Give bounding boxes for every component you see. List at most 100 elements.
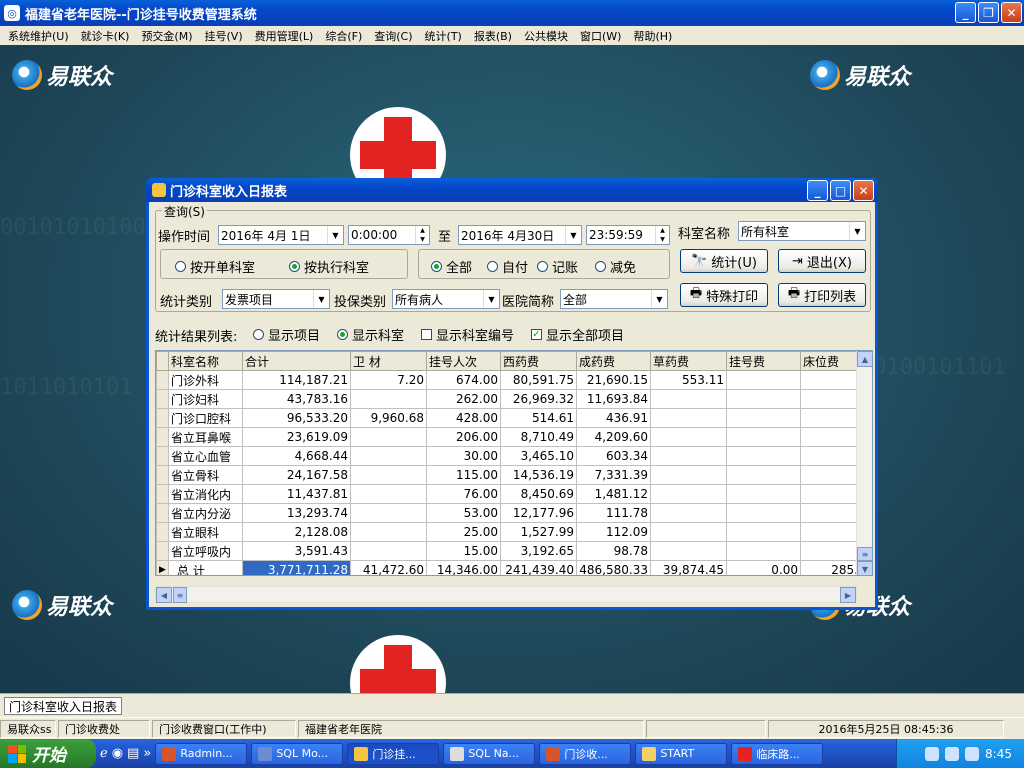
network-icon[interactable] (965, 746, 980, 761)
table-cell[interactable] (800, 522, 861, 542)
table-cell[interactable] (800, 446, 861, 466)
total-cell[interactable]: 0.00 (726, 560, 801, 575)
table-cell[interactable]: 428.00 (426, 408, 501, 428)
dropdown-arrow-icon[interactable]: ▼ (327, 226, 343, 244)
table-cell[interactable] (800, 427, 861, 447)
table-cell[interactable]: 25.00 (426, 522, 501, 542)
total-row[interactable]: ▶ 总 计 3,771,711.28 41,472.60 14,346.00 241,43… (156, 560, 861, 575)
more-chevron-icon[interactable]: » (143, 746, 151, 761)
task-button[interactable]: SQL Na... (443, 742, 536, 765)
table-cell[interactable] (800, 503, 861, 523)
table-cell[interactable]: 3,591.43 (242, 541, 351, 561)
table-cell[interactable]: 15.00 (426, 541, 501, 561)
table-cell[interactable] (650, 484, 727, 504)
table-cell[interactable]: 省立骨科 (168, 465, 243, 485)
scroll-left-icon[interactable]: ◀ (156, 587, 172, 603)
horizontal-scrollbar[interactable]: ◀ ≡ ▶ (155, 586, 857, 603)
table-cell[interactable] (350, 522, 427, 542)
total-cell[interactable]: 285. (800, 560, 861, 575)
total-cell[interactable]: 39,874.45 (650, 560, 727, 575)
table-row[interactable]: 省立内分泌 13,293.74 53.00 12,177.96 111.78 (156, 503, 861, 523)
radio-show-items[interactable]: 显示项目 (253, 325, 320, 344)
task-button[interactable]: Radmin... (155, 742, 248, 765)
table-cell[interactable] (350, 503, 427, 523)
table-cell[interactable]: 96,533.20 (242, 408, 351, 428)
check-show-all-items[interactable]: ✓ 显示全部项目 (531, 325, 624, 344)
task-button[interactable]: 门诊收... (539, 742, 632, 765)
scroll-up-icon[interactable]: ▲ (857, 351, 872, 367)
table-cell[interactable]: 11,437.81 (242, 484, 351, 504)
minimize-button[interactable]: _ (955, 2, 976, 23)
table-cell[interactable]: 114,187.21 (242, 370, 351, 390)
restore-button[interactable]: ❐ (978, 2, 999, 23)
table-cell[interactable] (800, 465, 861, 485)
keyboard-icon[interactable] (925, 746, 940, 761)
column-header[interactable]: 卫 材 (350, 351, 427, 371)
tab-dept-income-report[interactable]: 门诊科室收入日报表 (4, 697, 123, 715)
table-row[interactable]: 省立呼吸内 3,591.43 15.00 3,192.65 98.78 (156, 541, 861, 561)
column-header[interactable]: 合计 (242, 351, 351, 371)
table-row[interactable]: 省立眼科 2,128.08 25.00 1,527.99 112.09 (156, 522, 861, 542)
clock[interactable]: 8:45 (985, 747, 1012, 761)
result-grid[interactable]: 科室名称 合计卫 材挂号人次 西药费 成药费 草药费 挂号费 床位费 门诊外科 114,187… (155, 350, 873, 576)
menu-item-8[interactable]: 报表(B) (468, 28, 518, 44)
table-cell[interactable]: 1,481.12 (576, 484, 651, 504)
table-row[interactable]: 省立心血管 4,668.44 30.00 3,465.10 603.34 (156, 446, 861, 466)
table-row[interactable]: 省立骨科 24,167.58 115.00 14,536.19 7,331.39 (156, 465, 861, 485)
table-cell[interactable]: 8,450.69 (500, 484, 577, 504)
total-cell[interactable]: 总 计 (168, 560, 243, 575)
radio-pay-all[interactable]: 全部 (431, 257, 472, 276)
table-cell[interactable] (726, 541, 801, 561)
table-cell[interactable] (726, 522, 801, 542)
scroll-right-icon[interactable]: ▶ (840, 587, 856, 603)
desktop-icon[interactable]: ▤ (127, 746, 139, 761)
print-list-button[interactable]: 🖶 打印列表 (778, 283, 866, 307)
table-cell[interactable]: 112.09 (576, 522, 651, 542)
vertical-scrollbar[interactable]: ▲ ≡ ▼ (856, 351, 872, 575)
spinner-icon[interactable]: ▲ ▼ (415, 226, 429, 244)
menu-item-9[interactable]: 公共模块 (518, 28, 574, 44)
table-cell[interactable]: 13,293.74 (242, 503, 351, 523)
table-cell[interactable] (350, 427, 427, 447)
dialog-maximize-button[interactable]: □ (830, 180, 851, 201)
table-cell[interactable] (650, 465, 727, 485)
table-cell[interactable] (350, 484, 427, 504)
task-button[interactable]: START (635, 742, 728, 765)
menu-item-4[interactable]: 费用管理(L) (249, 28, 320, 44)
radio-pay-self[interactable]: 自付 (487, 257, 528, 276)
special-print-button[interactable]: 🖶 特殊打印 (680, 283, 768, 307)
table-cell[interactable]: 9,960.68 (350, 408, 427, 428)
menu-item-10[interactable]: 窗口(W) (574, 28, 627, 44)
table-cell[interactable]: 24,167.58 (242, 465, 351, 485)
dept-name-select[interactable]: 所有科室 ▼ (738, 221, 866, 241)
table-cell[interactable] (650, 541, 727, 561)
table-cell[interactable]: 30.00 (426, 446, 501, 466)
table-cell[interactable]: 111.78 (576, 503, 651, 523)
table-cell[interactable]: 省立内分泌 (168, 503, 243, 523)
time-from-field[interactable]: 0:00:00 ▲ ▼ (348, 225, 430, 245)
radio-by-order-dept[interactable]: 按开单科室 (175, 257, 255, 276)
table-cell[interactable]: 26,969.32 (500, 389, 577, 409)
table-cell[interactable] (726, 389, 801, 409)
table-cell[interactable]: 门诊口腔科 (168, 408, 243, 428)
radio-pay-waive[interactable]: 减免 (595, 257, 636, 276)
table-cell[interactable]: 436.91 (576, 408, 651, 428)
total-cell[interactable]: 3,771,711.28 (242, 560, 351, 575)
table-cell[interactable] (726, 408, 801, 428)
table-cell[interactable]: 98.78 (576, 541, 651, 561)
tray-expand-icon[interactable] (945, 746, 960, 761)
column-header[interactable]: 床位费 (800, 351, 861, 371)
table-cell[interactable]: 514.61 (500, 408, 577, 428)
stat-button[interactable]: 🔭 统计(U) (680, 249, 768, 273)
dropdown-arrow-icon[interactable]: ▼ (313, 290, 329, 308)
table-cell[interactable]: 14,536.19 (500, 465, 577, 485)
exit-button[interactable]: ⇥ 退出(X) (778, 249, 866, 273)
menu-item-0[interactable]: 系统维护(U) (2, 28, 75, 44)
menu-item-2[interactable]: 预交金(M) (135, 28, 198, 44)
table-cell[interactable]: 3,465.10 (500, 446, 577, 466)
table-cell[interactable] (650, 522, 727, 542)
table-cell[interactable] (800, 408, 861, 428)
scroll-thumb[interactable]: ≡ (857, 547, 872, 561)
total-cell[interactable]: 486,580.33 (576, 560, 651, 575)
table-cell[interactable]: 7.20 (350, 370, 427, 390)
